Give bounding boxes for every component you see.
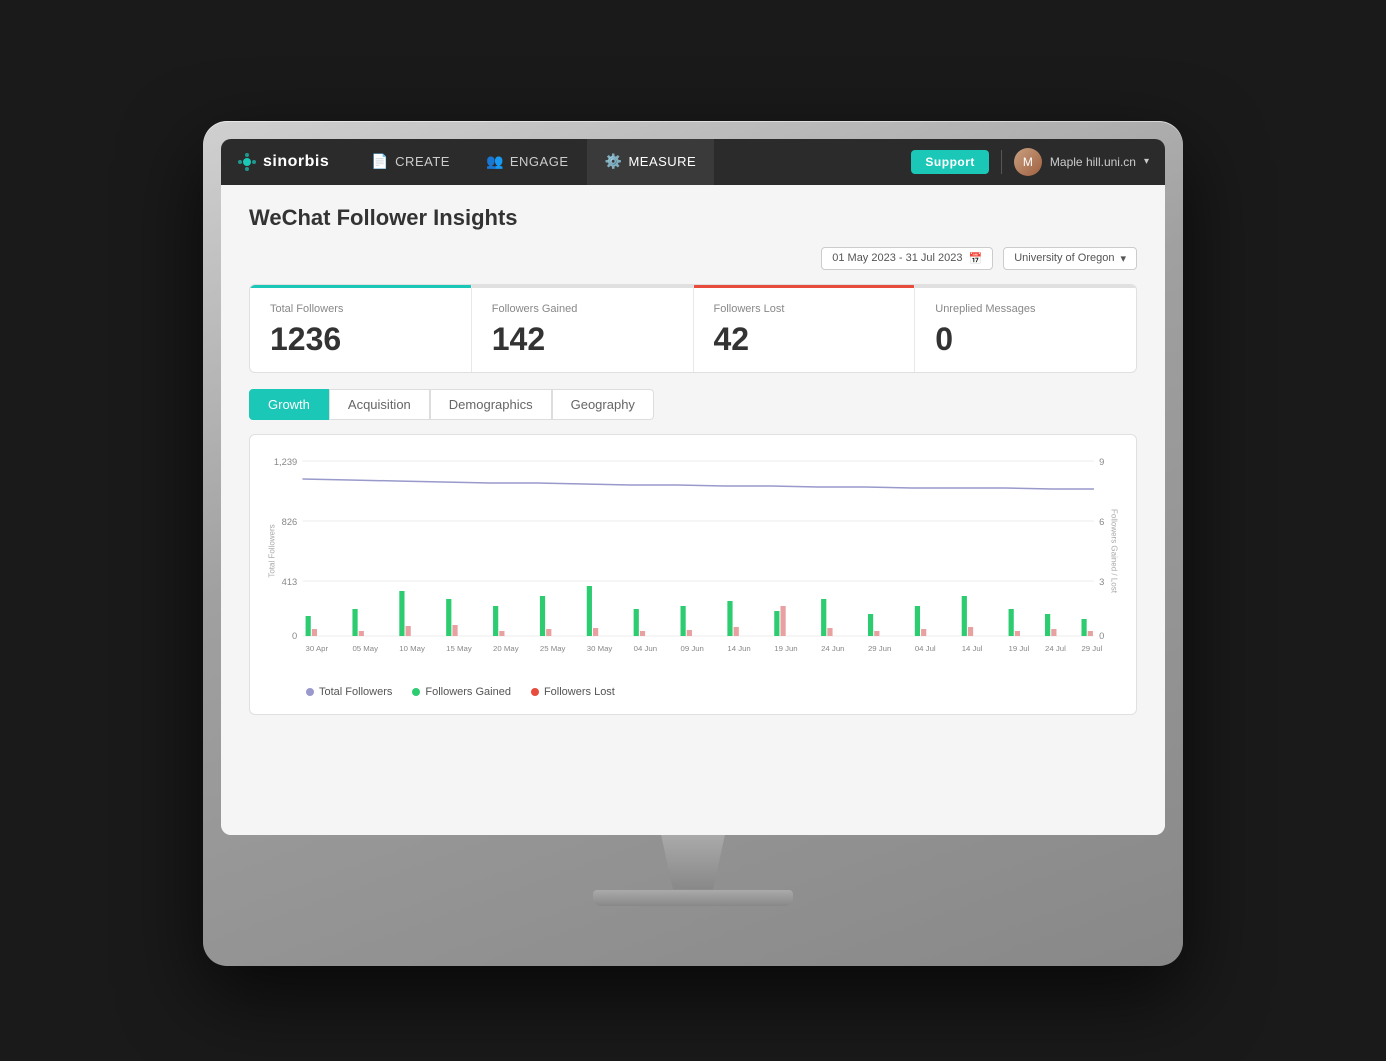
unreplied-card: Unreplied Messages 0 — [915, 285, 1136, 372]
create-icon: 📄 — [371, 153, 389, 170]
legend-lost-label: Followers Lost — [544, 686, 615, 698]
svg-text:30 May: 30 May — [587, 644, 613, 653]
nav-measure[interactable]: ⚙️ MEASURE — [587, 139, 715, 185]
nav-right: Support M Maple hill.uni.cn ▾ — [911, 148, 1149, 176]
page-title: WeChat Follower Insights — [249, 205, 1137, 231]
unreplied-card-line — [915, 285, 1136, 288]
lost-card-line — [694, 285, 915, 288]
legend-total-label: Total Followers — [319, 686, 392, 698]
svg-text:04 Jul: 04 Jul — [915, 644, 936, 653]
date-range-button[interactable]: 01 May 2023 - 31 Jul 2023 📅 — [821, 247, 993, 270]
svg-text:19 Jun: 19 Jun — [774, 644, 797, 653]
svg-text:15 May: 15 May — [446, 644, 472, 653]
followers-lost-label: Followers Lost — [714, 303, 895, 315]
date-range-text: 01 May 2023 - 31 Jul 2023 — [832, 252, 962, 264]
org-name: University of Oregon — [1014, 252, 1114, 264]
followers-gained-dot — [412, 688, 420, 696]
svg-text:413: 413 — [282, 577, 298, 587]
tabs-row: Growth Acquisition Demographics Geograph… — [249, 389, 1137, 420]
nav-measure-label: MEASURE — [628, 154, 696, 169]
svg-text:20 May: 20 May — [493, 644, 519, 653]
nav-engage[interactable]: 👥 ENGAGE — [468, 139, 587, 185]
followers-lost-card: Followers Lost 42 — [694, 285, 916, 372]
svg-text:Followers Gained / Lost: Followers Gained / Lost — [1110, 509, 1119, 594]
chart-container: 1,239 826 413 0 9 6 3 0 — [249, 434, 1137, 715]
svg-text:1,239: 1,239 — [274, 457, 297, 467]
total-followers-value: 1236 — [270, 321, 451, 358]
svg-text:Total Followers: Total Followers — [267, 524, 276, 577]
tab-growth[interactable]: Growth — [249, 389, 329, 420]
navbar: sinorbis 📄 CREATE 👥 ENGAGE ⚙️ MEASURE — [221, 139, 1165, 185]
svg-text:24 Jun: 24 Jun — [821, 644, 844, 653]
total-followers-dot — [306, 688, 314, 696]
logo-text: sinorbis — [263, 153, 329, 171]
svg-text:24 Jul: 24 Jul — [1045, 644, 1066, 653]
svg-text:0: 0 — [292, 631, 297, 641]
org-chevron-icon: ▾ — [1120, 252, 1126, 265]
legend-total-followers: Total Followers — [306, 686, 392, 698]
svg-text:6: 6 — [1099, 517, 1104, 527]
svg-text:3: 3 — [1099, 577, 1104, 587]
main-content: WeChat Follower Insights 01 May 2023 - 3… — [221, 185, 1165, 835]
monitor-outer: sinorbis 📄 CREATE 👥 ENGAGE ⚙️ MEASURE — [203, 121, 1183, 966]
followers-lost-value: 42 — [714, 321, 895, 358]
legend-followers-gained: Followers Gained — [412, 686, 511, 698]
calendar-icon: 📅 — [969, 252, 983, 265]
total-followers-label: Total Followers — [270, 303, 451, 315]
svg-text:14 Jun: 14 Jun — [727, 644, 750, 653]
tab-acquisition[interactable]: Acquisition — [329, 389, 430, 420]
avatar: M — [1014, 148, 1042, 176]
monitor-wrapper: sinorbis 📄 CREATE 👥 ENGAGE ⚙️ MEASURE — [203, 121, 1183, 941]
legend-gained-label: Followers Gained — [425, 686, 511, 698]
legend-followers-lost: Followers Lost — [531, 686, 615, 698]
followers-gained-value: 142 — [492, 321, 673, 358]
nav-create[interactable]: 📄 CREATE — [353, 139, 468, 185]
svg-text:25 May: 25 May — [540, 644, 566, 653]
svg-text:09 Jun: 09 Jun — [681, 644, 704, 653]
stats-row: Total Followers 1236 Followers Gained 14… — [249, 284, 1137, 373]
svg-text:0: 0 — [1099, 631, 1104, 641]
support-button[interactable]: Support — [911, 150, 989, 174]
monitor-stand-base — [593, 890, 793, 906]
followers-lost-dot — [531, 688, 539, 696]
svg-text:19 Jul: 19 Jul — [1009, 644, 1030, 653]
monitor-stand-neck — [653, 835, 733, 890]
chart-legend: Total Followers Followers Gained Followe… — [266, 686, 1120, 698]
followers-gained-card: Followers Gained 142 — [472, 285, 694, 372]
chevron-down-icon: ▾ — [1144, 156, 1149, 167]
nav-engage-label: ENGAGE — [510, 154, 569, 169]
org-selector[interactable]: University of Oregon ▾ — [1003, 247, 1137, 270]
total-followers-card: Total Followers 1236 — [250, 285, 472, 372]
unreplied-label: Unreplied Messages — [935, 303, 1116, 315]
svg-text:9: 9 — [1099, 457, 1104, 467]
svg-text:29 Jul: 29 Jul — [1081, 644, 1102, 653]
svg-text:826: 826 — [282, 517, 298, 527]
gained-card-line — [472, 285, 693, 288]
followers-gained-label: Followers Gained — [492, 303, 673, 315]
svg-text:10 May: 10 May — [399, 644, 425, 653]
unreplied-value: 0 — [935, 321, 1116, 358]
logo-area: sinorbis — [237, 152, 329, 172]
total-card-line — [250, 285, 471, 288]
engage-icon: 👥 — [486, 153, 504, 170]
svg-text:29 Jun: 29 Jun — [868, 644, 891, 653]
svg-text:04 Jun: 04 Jun — [634, 644, 657, 653]
growth-chart: 1,239 826 413 0 9 6 3 0 — [266, 451, 1120, 671]
tab-demographics[interactable]: Demographics — [430, 389, 552, 420]
screen: sinorbis 📄 CREATE 👥 ENGAGE ⚙️ MEASURE — [221, 139, 1165, 835]
svg-text:05 May: 05 May — [352, 644, 378, 653]
svg-text:14 Jul: 14 Jul — [962, 644, 983, 653]
nav-create-label: CREATE — [395, 154, 450, 169]
sinorbis-logo-icon — [237, 152, 257, 172]
measure-icon: ⚙️ — [605, 153, 623, 170]
svg-text:30 Apr: 30 Apr — [306, 644, 329, 653]
nav-divider — [1001, 150, 1002, 174]
tab-geography[interactable]: Geography — [552, 389, 654, 420]
filter-row: 01 May 2023 - 31 Jul 2023 📅 University o… — [249, 247, 1137, 270]
monitor-bezel: sinorbis 📄 CREATE 👥 ENGAGE ⚙️ MEASURE — [221, 139, 1165, 835]
user-area[interactable]: M Maple hill.uni.cn ▾ — [1014, 148, 1149, 176]
user-name: Maple hill.uni.cn — [1050, 155, 1136, 169]
